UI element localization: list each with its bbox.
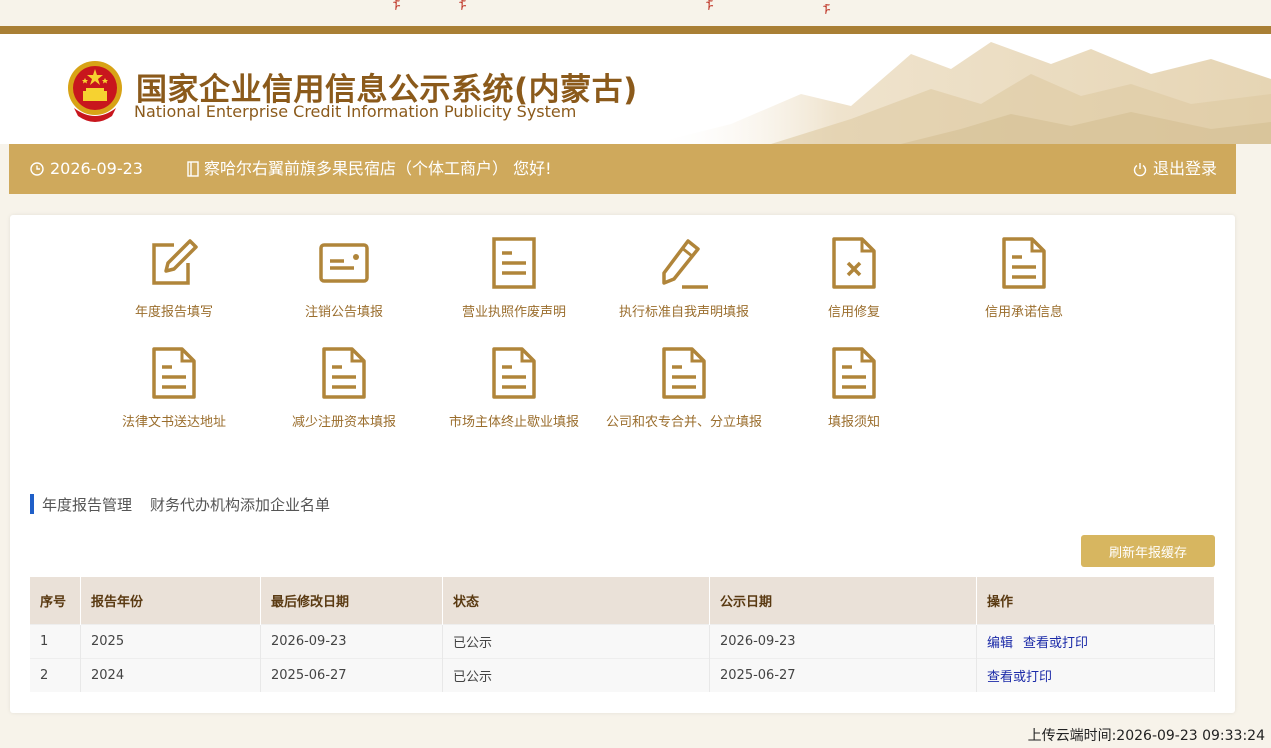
top-decoration-strip: ᠮ ᠮ ᠮ ᠮ [0,0,1271,26]
logout-button[interactable]: 退出登录 [1133,144,1217,194]
document-lines-icon [492,347,536,399]
section-tabs: 年度报告管理 财务代办机构添加企业名单 [30,493,348,515]
national-emblem-icon [68,61,122,122]
user-greeting: 察哈尔右翼前旗多果民宿店（个体工商户） 您好! [186,144,552,194]
cell-modified: 2025-06-27 [260,658,443,692]
view-print-link[interactable]: 查看或打印 [987,670,1052,685]
table-row: 2 2024 2025-06-27 已公示 2025-06-27 查看或打印 [30,658,1215,692]
column-header: 序号 [30,577,81,625]
menu-item-credit-repair[interactable]: 信用修复 [769,237,939,320]
menu-label: 填报须知 [827,415,880,430]
menu-label: 营业执照作废声明 [461,305,566,320]
top-navbar: 2026-09-23 察哈尔右翼前旗多果民宿店（个体工商户） 您好! 退出登录 [9,144,1236,194]
menu-label: 市场主体终止歇业填报 [448,415,579,430]
menu-item-legal-address[interactable]: 法律文书送达地址 [89,347,259,430]
current-date: 2026-09-23 [30,144,143,194]
menu-item-license-void[interactable]: 营业执照作废声明 [429,237,599,320]
site-header: 国家企业信用信息公示系统(内蒙古) National Enterprise Cr… [0,34,1271,144]
cell-actions: 编辑 查看或打印 [976,624,1215,659]
refresh-cache-button[interactable]: 刷新年报缓存 [1081,535,1215,567]
pencil-icon [662,239,708,289]
mountain-illustration [651,42,1271,144]
table-header-row: 序号 报告年份 最后修改日期 状态 公示日期 操作 [30,577,1215,625]
edit-link[interactable]: 编辑 [987,636,1013,651]
column-header: 操作 [976,577,1215,625]
view-print-link[interactable]: 查看或打印 [1023,636,1088,651]
clock-icon [30,162,44,176]
document-lines-icon [322,347,366,399]
menu-item-filing-notice[interactable]: 填报须知 [769,347,939,430]
menu-item-annual-report[interactable]: 年度报告填写 [89,237,259,320]
menu-item-capital-reduction[interactable]: 减少注册资本填报 [259,347,429,430]
ornament-icon: ᠮ [390,0,402,16]
cell-publish-date: 2025-06-27 [709,658,977,692]
cell-status: 已公示 [442,624,710,659]
document-lines-icon [1002,237,1046,289]
menu-label: 信用修复 [827,305,880,320]
menu-label: 信用承诺信息 [984,305,1063,320]
book-icon [187,161,199,177]
menu-item-merger-split[interactable]: 公司和农专合并、分立填报 [599,347,769,430]
ornament-icon: ᠮ [820,2,832,20]
cell-no: 2 [30,658,81,692]
menu-label: 注销公告填报 [304,305,383,320]
menu-item-credit-commitment[interactable]: 信用承诺信息 [939,237,1109,320]
gold-divider [0,26,1271,34]
tab-agency-enterprise-list[interactable]: 财务代办机构添加企业名单 [150,494,330,515]
main-panel: 年度报告填写 注销公告填报 营业执照作废声明 执行标准自我声明填报 信用修复 信… [10,215,1235,713]
table-row: 1 2025 2026-09-23 已公示 2026-09-23 编辑 查看或打印 [30,624,1215,659]
menu-item-termination[interactable]: 市场主体终止歇业填报 [429,347,599,430]
column-header: 状态 [442,577,710,625]
menu-label: 年度报告填写 [134,305,213,320]
column-header: 公示日期 [709,577,977,625]
document-icon [492,237,536,289]
cell-publish-date: 2026-09-23 [709,624,977,659]
cell-no: 1 [30,624,81,659]
cell-year: 2024 [80,658,261,692]
menu-label: 法律文书送达地址 [121,415,226,430]
site-title-en: National Enterprise Credit Information P… [134,102,577,121]
menu-label: 减少注册资本填报 [291,415,396,430]
menu-item-standard-declaration[interactable]: 执行标准自我声明填报 [599,237,769,320]
cell-year: 2025 [80,624,261,659]
annual-report-table: 序号 报告年份 最后修改日期 状态 公示日期 操作 1 2025 2026-09… [30,577,1215,692]
document-x-icon [832,237,876,289]
tab-indicator [30,494,34,514]
menu-label: 执行标准自我声明填报 [618,305,749,320]
cell-actions: 查看或打印 [976,658,1215,692]
menu-label: 公司和农专合并、分立填报 [605,415,762,430]
date-text: 2026-09-23 [50,159,143,178]
logout-label: 退出登录 [1152,159,1217,178]
tab-annual-report-management[interactable]: 年度报告管理 [42,494,132,515]
ornament-icon: ᠮ [456,0,468,16]
greeting-text: 察哈尔右翼前旗多果民宿店（个体工商户） 您好! [204,159,552,178]
document-lines-icon [152,347,196,399]
column-header: 报告年份 [80,577,261,625]
column-header: 最后修改日期 [260,577,443,625]
document-lines-icon [662,347,706,399]
cell-modified: 2026-09-23 [260,624,443,659]
ornament-icon: ᠮ [703,0,715,16]
cell-status: 已公示 [442,658,710,692]
edit-icon [152,239,198,285]
document-lines-icon [832,347,876,399]
card-icon [319,243,369,283]
upload-time: 上传云端时间:2026-09-23 09:33:24 [1027,728,1265,744]
power-icon [1133,162,1147,176]
menu-item-cancel-notice[interactable]: 注销公告填报 [259,237,429,320]
